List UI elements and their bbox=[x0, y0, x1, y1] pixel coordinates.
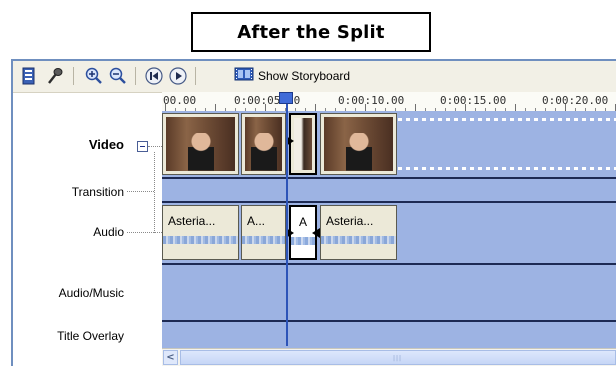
toolbar-separator bbox=[195, 67, 196, 85]
scroll-thumb[interactable]: ||| bbox=[180, 350, 616, 365]
ruler-tick-label: 00.00 bbox=[163, 94, 197, 107]
audio-clip[interactable]: Asteria... bbox=[162, 205, 239, 260]
track-label-audio: Audio bbox=[93, 225, 124, 239]
zoom-out-icon[interactable] bbox=[108, 66, 128, 86]
ruler-major-tick bbox=[215, 104, 216, 111]
tree-connector bbox=[148, 146, 162, 147]
tree-connector bbox=[127, 232, 162, 233]
ruler-major-tick bbox=[465, 104, 466, 111]
collapse-track-icon[interactable] bbox=[137, 141, 148, 152]
ruler-major-tick bbox=[165, 104, 166, 111]
track-label-video: Video bbox=[88, 137, 124, 152]
audio-waveform bbox=[321, 236, 396, 244]
audio-waveform bbox=[163, 236, 238, 244]
toolbar-separator bbox=[135, 67, 136, 85]
transition-track[interactable] bbox=[162, 179, 616, 201]
video-clip[interactable] bbox=[162, 113, 239, 175]
empty-video-filmstrip bbox=[398, 115, 616, 173]
video-thumbnail bbox=[245, 117, 282, 171]
audio-clip-label: Asteria... bbox=[168, 214, 216, 228]
track-label-title-overlay: Title Overlay bbox=[57, 329, 124, 343]
ruler-major-tick bbox=[515, 104, 516, 111]
ruler-major-tick bbox=[565, 104, 566, 111]
audio-levels-icon[interactable] bbox=[45, 66, 65, 86]
ruler-tick-label: 0:00:20.00 bbox=[542, 94, 609, 107]
movie-maker-timeline: Show Storyboard 00.00 0:00:05.00 0:00:10… bbox=[11, 59, 616, 366]
tree-connector bbox=[127, 191, 154, 192]
timeline-toolbar: Show Storyboard bbox=[13, 61, 616, 93]
play-icon[interactable] bbox=[168, 66, 188, 86]
ruler-major-tick bbox=[415, 104, 416, 111]
split-arrow-icon bbox=[286, 136, 294, 146]
zoom-in-icon[interactable] bbox=[84, 66, 104, 86]
audio-clip-label: A bbox=[299, 215, 308, 229]
split-arrow-icon bbox=[286, 228, 294, 238]
ruler-major-tick bbox=[265, 104, 266, 111]
ruler-major-tick bbox=[365, 104, 366, 111]
track-label-audio-music: Audio/Music bbox=[58, 286, 124, 300]
audio-music-track[interactable] bbox=[162, 265, 616, 320]
toolbar-separator bbox=[73, 67, 74, 85]
audio-clip[interactable]: Asteria... bbox=[320, 205, 397, 260]
split-arrow-icon bbox=[312, 228, 320, 238]
ruler-tick-label: 0:00:15.00 bbox=[440, 94, 507, 107]
tree-connector bbox=[154, 152, 155, 233]
audio-waveform bbox=[242, 236, 285, 244]
track-label-transition: Transition bbox=[71, 185, 124, 199]
playhead-handle[interactable] bbox=[279, 92, 293, 104]
show-storyboard-label: Show Storyboard bbox=[258, 69, 351, 83]
title-overlay-track[interactable] bbox=[162, 322, 616, 348]
filmstrip-icon bbox=[234, 66, 254, 86]
audio-clip[interactable]: A... bbox=[241, 205, 286, 260]
ruler-tick-label: 0:00:10.00 bbox=[338, 94, 405, 107]
scroll-grip-icon: ||| bbox=[393, 355, 403, 362]
video-thumbnail bbox=[166, 117, 235, 171]
time-ruler[interactable]: 00.00 0:00:05.00 0:00:10.00 0:00:15.00 0… bbox=[162, 92, 616, 112]
video-thumbnail bbox=[324, 117, 393, 171]
caption-title: After the Split bbox=[191, 12, 431, 52]
audio-clip-label: A... bbox=[247, 214, 266, 228]
scroll-left-arrow-icon[interactable]: < bbox=[163, 350, 178, 365]
rewind-icon[interactable] bbox=[144, 66, 164, 86]
video-clip[interactable] bbox=[320, 113, 397, 175]
video-clip[interactable] bbox=[241, 113, 286, 175]
storyboard-tree-icon[interactable] bbox=[19, 66, 39, 86]
audio-clip-label: Asteria... bbox=[326, 214, 374, 228]
timeline-horizontal-scrollbar[interactable]: < ||| bbox=[162, 348, 616, 366]
show-storyboard-button[interactable]: Show Storyboard bbox=[234, 66, 350, 86]
ruler-major-tick bbox=[315, 104, 316, 111]
